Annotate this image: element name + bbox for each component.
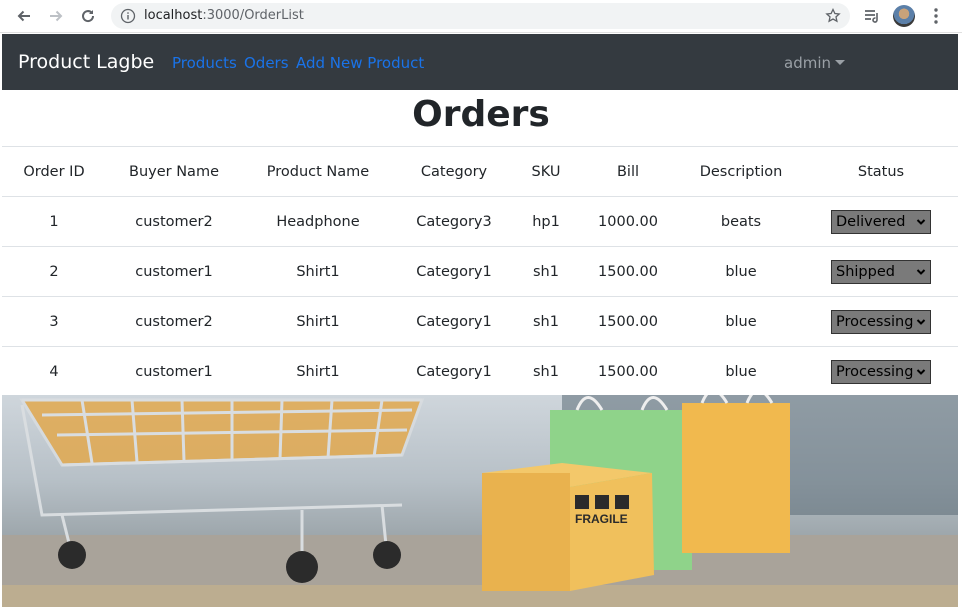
cell-order-id: 2 (2, 246, 106, 297)
back-arrow-icon[interactable] (13, 5, 35, 27)
cell-buyer-name: customer1 (106, 246, 242, 297)
cell-bill: 1500.00 (578, 246, 678, 297)
nav-link-orders[interactable]: Oders (244, 54, 289, 72)
cell-product-name: Headphone (242, 196, 394, 247)
cart-wheel-shape (58, 541, 86, 569)
cell-status: Processing (804, 296, 958, 347)
shopping-illustration: FRAGILE (2, 395, 958, 607)
status-value: Delivered (836, 213, 906, 230)
chevron-down-icon (916, 369, 926, 375)
status-select[interactable]: Shipped (831, 259, 931, 284)
media-queue-icon[interactable] (862, 6, 882, 26)
url-host: localhost (144, 8, 203, 23)
cell-product-name: Shirt1 (242, 246, 394, 297)
user-name: admin (784, 54, 831, 72)
page-title: Orders (412, 94, 550, 135)
cell-description: beats (678, 196, 804, 247)
cell-buyer-name: customer2 (106, 296, 242, 347)
cell-category: Category1 (394, 296, 514, 347)
user-dropdown[interactable]: admin (784, 54, 845, 72)
cell-order-id: 3 (2, 296, 106, 347)
table-row: 3 customer2 Shirt1 Category1 sh1 1500.00… (2, 296, 958, 347)
chevron-down-icon (916, 218, 926, 225)
header-product-name: Product Name (242, 146, 394, 197)
address-bar[interactable]: localhost:3000/OrderList (111, 3, 850, 29)
cell-category: Category1 (394, 246, 514, 297)
nav-link-products[interactable]: Products (172, 54, 237, 72)
header-order-id: Order ID (2, 146, 106, 197)
forward-arrow-icon[interactable] (45, 5, 67, 27)
cell-description: blue (678, 246, 804, 297)
header-status: Status (804, 146, 958, 197)
url-text: localhost:3000/OrderList (144, 8, 304, 23)
status-select[interactable]: Processing (831, 309, 931, 334)
cell-status: Delivered (804, 196, 958, 247)
cell-order-id: 1 (2, 196, 106, 247)
header-sku: SKU (514, 146, 578, 197)
chevron-down-icon (916, 268, 926, 275)
cell-buyer-name: customer1 (106, 346, 242, 397)
cell-sku: sh1 (514, 246, 578, 297)
bookmark-star-icon[interactable] (825, 8, 841, 24)
cell-product-name: Shirt1 (242, 296, 394, 347)
fragile-symbols-icon (575, 495, 629, 509)
cell-status: Processing (804, 346, 958, 397)
cell-order-id: 4 (2, 346, 106, 397)
orders-table: Order ID Buyer Name Product Name Categor… (2, 146, 958, 397)
yellow-bag-shape (682, 403, 790, 553)
cell-sku: sh1 (514, 296, 578, 347)
cell-bill: 1500.00 (578, 346, 678, 397)
reload-icon[interactable] (77, 5, 99, 27)
hero-image: FRAGILE (2, 395, 958, 607)
cell-buyer-name: customer2 (106, 196, 242, 247)
status-value: Shipped (836, 263, 895, 280)
header-bill: Bill (578, 146, 678, 197)
cell-category: Category1 (394, 346, 514, 397)
url-path: :3000/OrderList (202, 8, 304, 23)
profile-avatar[interactable] (893, 5, 915, 27)
more-menu-icon[interactable] (926, 6, 946, 26)
app-navbar: Product Lagbe Products Oders Add New Pro… (2, 34, 958, 90)
status-value: Processing (836, 363, 914, 380)
cell-product-name: Shirt1 (242, 346, 394, 397)
status-value: Processing (836, 313, 914, 330)
cell-bill: 1000.00 (578, 196, 678, 247)
box-front-shape (570, 473, 654, 591)
fragile-label: FRAGILE (575, 512, 628, 526)
status-select[interactable]: Delivered (831, 209, 931, 234)
box-side-shape (482, 473, 570, 591)
header-description: Description (678, 146, 804, 197)
status-select[interactable]: Processing (831, 359, 931, 384)
cell-category: Category3 (394, 196, 514, 247)
cell-description: blue (678, 346, 804, 397)
cart-wheel-shape (373, 541, 401, 569)
cell-sku: hp1 (514, 196, 578, 247)
table-row: 1 customer2 Headphone Category3 hp1 1000… (2, 196, 958, 247)
browser-toolbar: localhost:3000/OrderList (0, 0, 962, 33)
table-row: 2 customer1 Shirt1 Category1 sh1 1500.00… (2, 246, 958, 297)
caret-down-icon (835, 59, 845, 65)
header-category: Category (394, 146, 514, 197)
cart-wheel-shape (286, 551, 318, 583)
brand-logo-text[interactable]: Product Lagbe (18, 51, 154, 73)
cell-description: blue (678, 296, 804, 347)
header-buyer-name: Buyer Name (106, 146, 242, 197)
cell-bill: 1500.00 (578, 296, 678, 347)
cell-sku: sh1 (514, 346, 578, 397)
table-header-row: Order ID Buyer Name Product Name Categor… (2, 146, 958, 197)
table-row: 4 customer1 Shirt1 Category1 sh1 1500.00… (2, 346, 958, 397)
cell-status: Shipped (804, 246, 958, 297)
chevron-down-icon (916, 318, 926, 325)
nav-link-add-new-product[interactable]: Add New Product (296, 54, 424, 72)
info-icon[interactable] (120, 8, 136, 24)
wood-edge-shape (2, 585, 958, 607)
